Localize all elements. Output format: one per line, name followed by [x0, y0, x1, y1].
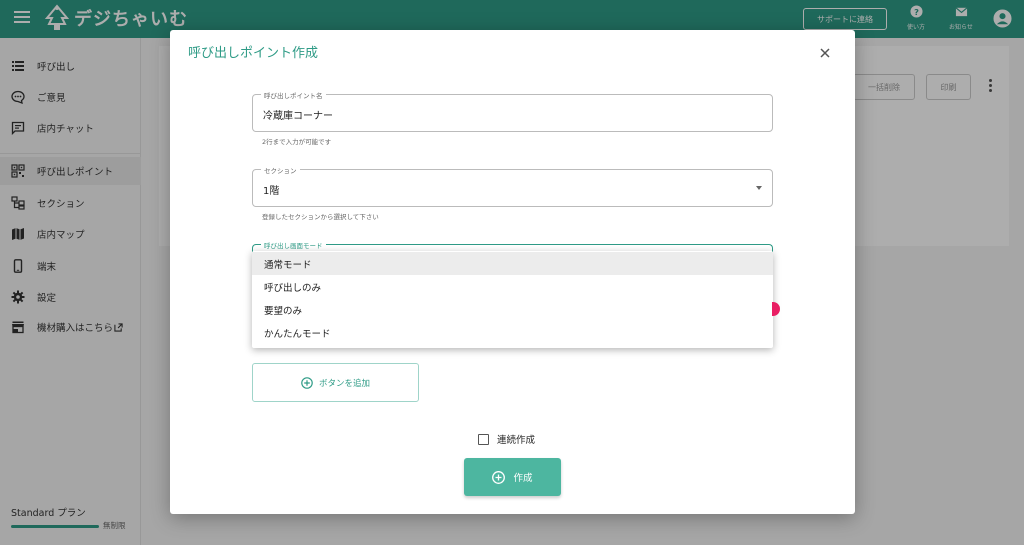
add-circle-icon	[301, 376, 313, 389]
create-button[interactable]: 作成	[464, 458, 561, 496]
mode-option-easy[interactable]: かんたんモード	[252, 321, 773, 344]
section-field-value: 1階	[263, 186, 280, 197]
add-button-label: ボタンを追加	[318, 378, 370, 389]
name-field-helper: 2行まで入力が可能です	[262, 138, 332, 146]
create-button-label: 作成	[513, 473, 533, 484]
mode-dropdown-menu: 通常モード 呼び出しのみ 要望のみ かんたんモード	[252, 251, 773, 348]
continuous-create-checkbox[interactable]	[478, 433, 489, 445]
dropdown-arrow-icon	[756, 186, 762, 190]
name-field-label: 呼び出しポイント名	[261, 90, 326, 100]
mode-field-label: 呼び出し画面モード	[261, 240, 326, 250]
section-select[interactable]: セクション 1階	[252, 165, 773, 207]
section-field-label: セクション	[261, 165, 300, 175]
create-call-point-dialog: 呼び出しポイント作成 呼び出しポイント名 冷蔵庫コーナー 2行まで入力が可能です…	[170, 30, 855, 514]
close-icon[interactable]	[818, 46, 832, 60]
continuous-create-row: 連続作成	[478, 432, 535, 446]
mode-option-call-only[interactable]: 呼び出しのみ	[252, 275, 773, 298]
continuous-create-label: 連続作成	[497, 435, 536, 446]
add-circle-icon	[492, 470, 506, 484]
dialog-title: 呼び出しポイント作成	[188, 46, 319, 61]
call-point-name-field[interactable]: 呼び出しポイント名 冷蔵庫コーナー	[252, 90, 773, 132]
mode-option-request-only[interactable]: 要望のみ	[252, 298, 773, 321]
name-field-value: 冷蔵庫コーナー	[263, 111, 333, 122]
section-field-helper: 登録したセクションから選択して下さい	[262, 213, 379, 221]
add-button-button[interactable]: ボタンを追加	[252, 363, 419, 402]
mode-option-normal[interactable]: 通常モード	[252, 252, 773, 275]
